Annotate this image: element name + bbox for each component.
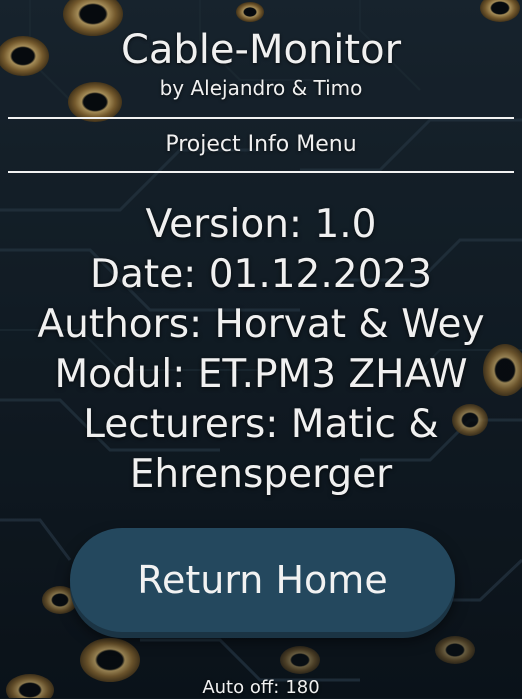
return-home-button[interactable]: Return Home (70, 528, 455, 632)
menu-title: Project Info Menu (165, 132, 357, 157)
app-subtitle: by Alejandro & Timo (159, 76, 363, 100)
bottom-divider (8, 171, 514, 173)
auto-off-value: 180 (285, 677, 320, 698)
auto-off-status: Auto off: 180 (0, 677, 522, 699)
project-info-list: Version: 1.0 Date: 01.12.2023 Authors: H… (0, 200, 522, 500)
lecturers-text-line2: Ehrensperger (129, 452, 393, 497)
module-text: Modul: ET.PM3 ZHAW (54, 352, 468, 397)
date-text: Date: 01.12.2023 (89, 252, 433, 297)
version-text: Version: 1.0 (145, 202, 377, 247)
project-info-screen: Cable-Monitor by Alejandro & Timo Projec… (0, 0, 522, 698)
auto-off-label: Auto off: (202, 677, 280, 698)
top-divider (8, 117, 514, 119)
return-home-button-label: Return Home (137, 558, 388, 602)
app-title: Cable-Monitor (120, 27, 402, 73)
authors-text: Authors: Horvat & Wey (37, 302, 485, 347)
lecturers-text-line1: Lecturers: Matic & (83, 402, 439, 447)
